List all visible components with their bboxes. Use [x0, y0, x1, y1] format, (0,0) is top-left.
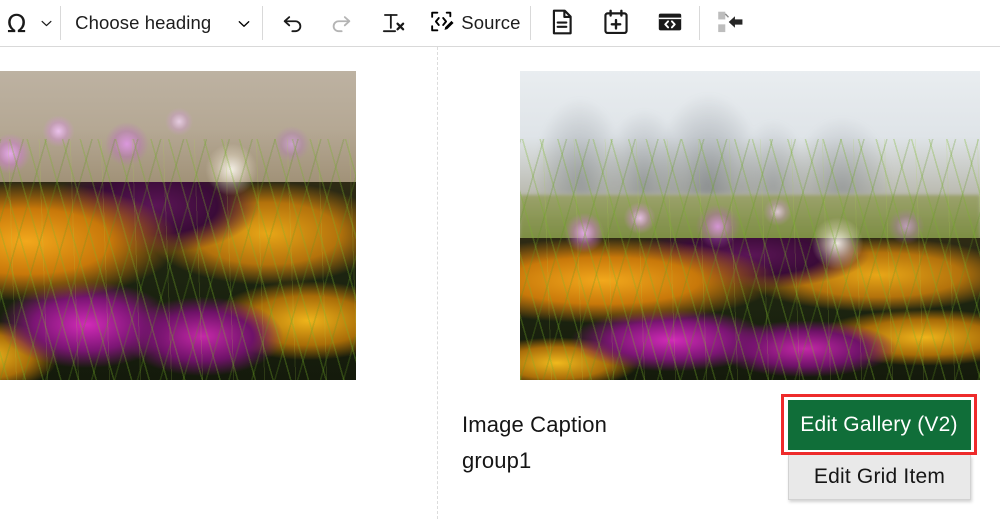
special-character-dropdown-button[interactable] — [33, 3, 60, 43]
editor-content-area[interactable]: Image Caption group1 Edit Gallery (V2) E… — [0, 47, 1000, 519]
chevron-down-icon — [237, 17, 250, 30]
redo-button[interactable] — [317, 3, 365, 43]
calendar-plus-icon — [602, 8, 630, 39]
source-button[interactable]: Source — [419, 3, 530, 43]
gallery-image-right[interactable] — [520, 71, 980, 380]
chevron-down-icon — [40, 17, 53, 30]
source-button-label: Source — [461, 12, 521, 33]
crocus-photo-right — [520, 71, 980, 380]
special-character-button[interactable]: Ω — [0, 3, 33, 43]
edit-gallery-button[interactable]: Edit Gallery (V2) — [787, 399, 971, 450]
insert-page-button[interactable] — [531, 3, 589, 43]
photo-grass-layer — [520, 138, 980, 380]
heading-dropdown[interactable]: Choose heading — [61, 3, 262, 43]
image-caption[interactable]: Image Caption group1 — [462, 407, 762, 479]
grid-column-divider — [437, 47, 438, 519]
insert-sidebar-button[interactable] — [700, 3, 755, 43]
insert-code-block-button[interactable] — [643, 3, 699, 43]
undo-button[interactable] — [263, 3, 317, 43]
editor-toolbar: Ω Choose heading Source — [0, 0, 1000, 47]
insert-event-button[interactable] — [589, 3, 643, 43]
omega-icon: Ω — [7, 8, 27, 38]
document-icon — [548, 8, 576, 39]
undo-icon — [280, 9, 306, 38]
image-caption-line-1: Image Caption — [462, 412, 608, 437]
highlight-annotation: Edit Gallery (V2) — [781, 394, 977, 455]
remove-format-button[interactable] — [365, 3, 419, 43]
gallery-image-left[interactable] — [0, 71, 356, 380]
source-code-edit-icon — [428, 8, 455, 38]
crocus-photo-left — [0, 71, 356, 380]
toolbar-group-insert-character: Ω — [0, 0, 60, 46]
remove-format-icon — [379, 8, 407, 39]
photo-grass-layer — [0, 138, 356, 380]
code-block-icon — [656, 8, 684, 39]
image-caption-line-2: group1 — [462, 448, 532, 473]
edit-grid-item-button[interactable]: Edit Grid Item — [788, 455, 971, 500]
redo-icon — [328, 9, 354, 38]
insert-left-arrow-icon — [715, 8, 745, 39]
heading-dropdown-label: Choose heading — [75, 12, 212, 33]
